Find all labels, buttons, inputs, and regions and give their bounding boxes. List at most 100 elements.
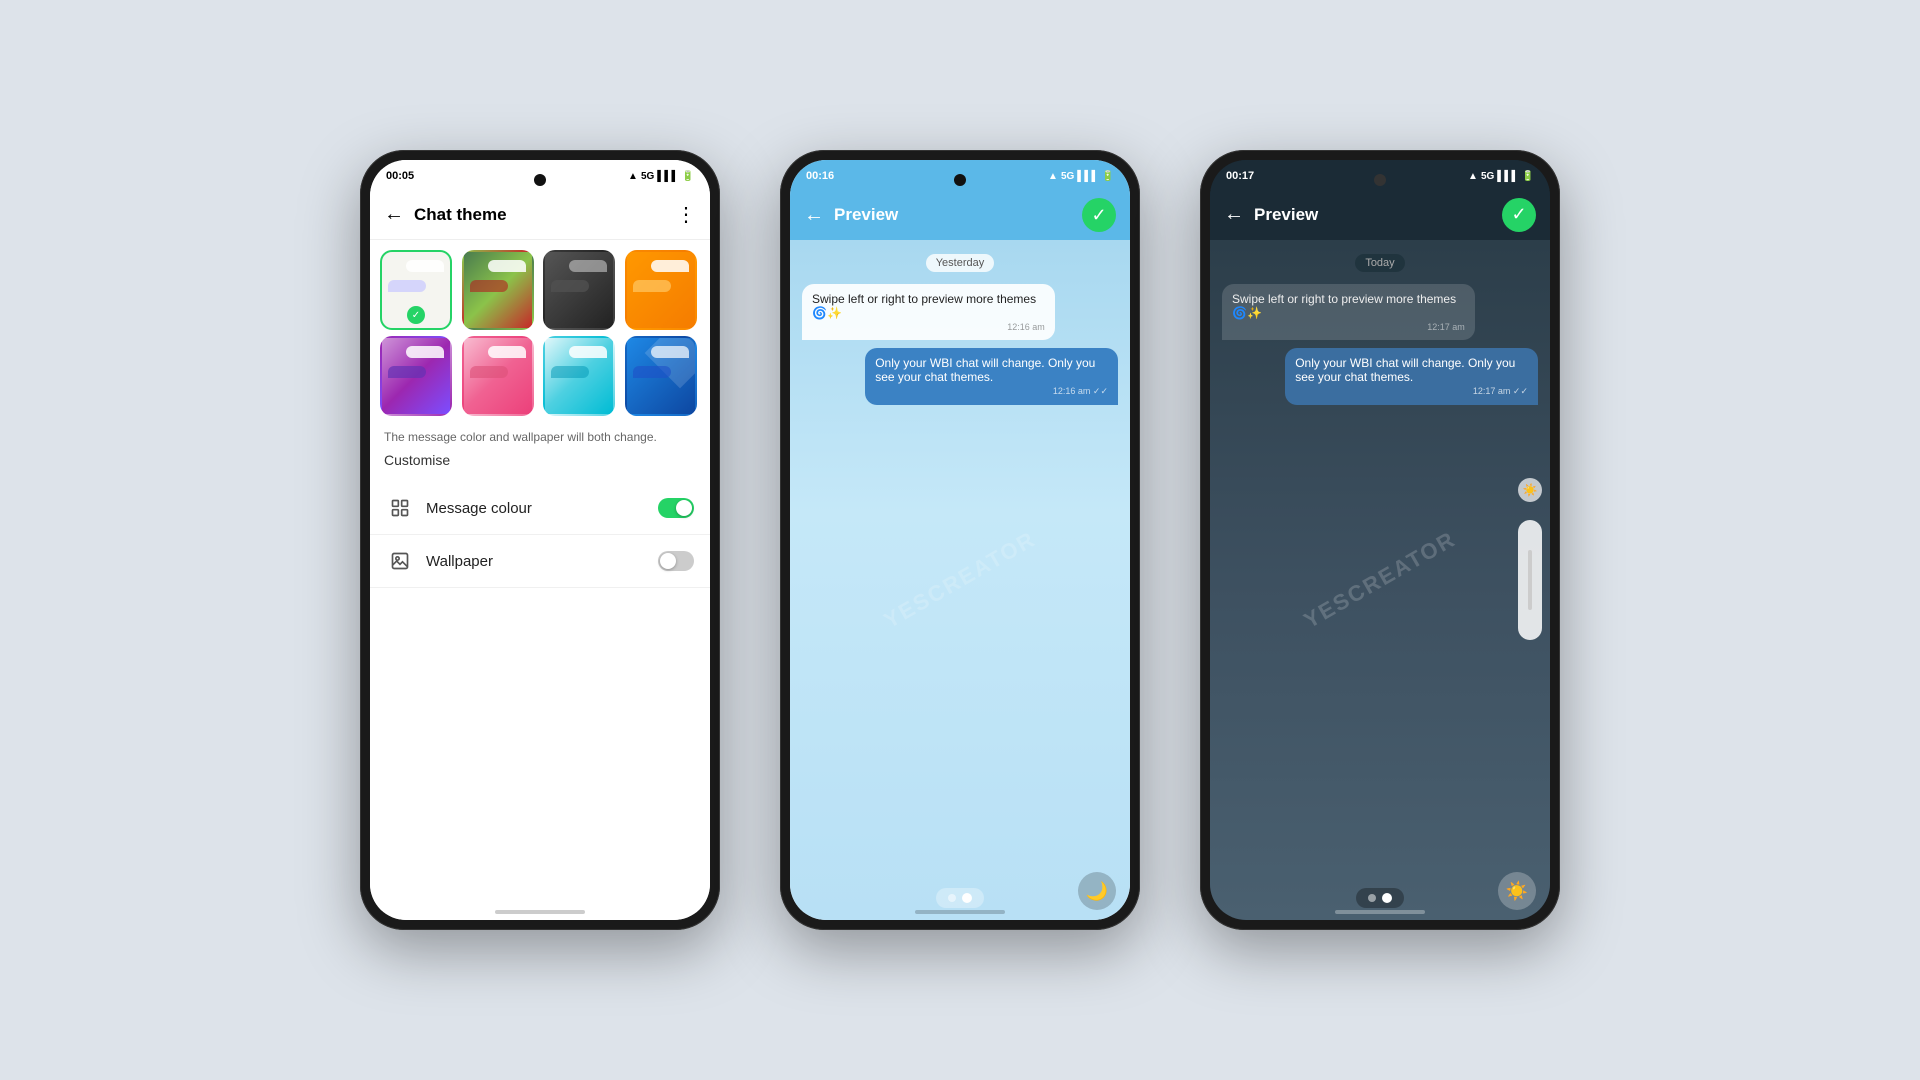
phone3-scroll-grip [1528,550,1532,610]
phones-container: 00:05 ▲ 5G ▌▌▌ 🔋 ← Chat theme ⋮ [0,0,1920,1080]
phone2-battery-icon: 🔋 [1102,171,1114,182]
phone1-time: 00:05 [386,170,414,182]
phone1-app-header: ← Chat theme ⋮ [370,190,710,240]
phone2-watermark: YESCREATOR [880,526,1041,634]
phone1-home-indicator [495,910,585,914]
phone2-msg-sent-time: 12:16 am ✓✓ [875,386,1108,397]
phone3-msg-sent: Only your WBI chat will change. Only you… [1285,348,1538,405]
message-colour-icon [386,494,414,522]
message-colour-toggle[interactable] [658,498,694,518]
phone1-back-button[interactable]: ← [384,203,404,226]
phone3-dot-1 [1368,894,1376,902]
phone2-dots [936,888,984,908]
phone3-status-icons: ▲ 5G ▌▌▌ 🔋 [1468,171,1534,182]
phone3-msg-sent-text: Only your WBI chat will change. Only you… [1295,356,1515,384]
phone3-time: 00:17 [1226,170,1254,182]
phone1-status-icons: ▲ 5G ▌▌▌ 🔋 [628,171,694,182]
message-colour-row[interactable]: Message colour [370,482,710,535]
mini-bubble-12 [470,366,508,378]
theme-pink[interactable] [462,336,534,416]
description-area: The message color and wallpaper will bot… [370,426,710,482]
phone2-app-header: ← Preview ✓ [790,190,1130,240]
phone1-body: ✓ [370,240,710,920]
phone1-network: 5G [641,171,654,182]
phone2-signal-icon: ▌▌▌ [1077,171,1098,182]
phone1-battery-icon: 🔋 [682,171,694,182]
message-colour-label: Message colour [426,500,658,517]
mini-bubble-8 [633,280,671,292]
mini-bubble-7 [651,260,689,272]
phone3-date-badge: Today [1355,254,1404,272]
phone2-moon-button[interactable]: 🌙 [1078,872,1116,910]
phone-1: 00:05 ▲ 5G ▌▌▌ 🔋 ← Chat theme ⋮ [360,150,720,930]
phone3-watermark: YESCREATOR [1300,526,1461,634]
phone3-dot-2 [1382,893,1392,903]
theme-default[interactable]: ✓ [380,250,452,330]
phone3-msg-received-time: 12:17 am [1232,322,1465,332]
wallpaper-row[interactable]: Wallpaper [370,535,710,588]
phone2-msg-received-text: Swipe left or right to preview more them… [812,292,1036,320]
mini-bubble-13 [569,346,607,358]
phone2-dot-2 [962,893,972,903]
phone3-app-header: ← Preview ✓ [1210,190,1550,240]
theme-floral[interactable] [462,250,534,330]
theme-grid: ✓ [370,240,710,426]
phone2-camera [954,174,966,186]
phone2-status-icons: ▲ 5G ▌▌▌ 🔋 [1048,171,1114,182]
wallpaper-toggle[interactable] [658,551,694,571]
phone2-network: 5G [1061,171,1074,182]
phone2-chat-bg: YESCREATOR Yesterday Swipe left or right… [790,240,1130,920]
mini-bubble-14 [551,366,589,378]
phone3-title: Preview [1254,205,1502,225]
phone1-more-button[interactable]: ⋮ [676,202,696,227]
mini-bubble-11 [488,346,526,358]
theme-description: The message color and wallpaper will bot… [384,430,696,444]
phone3-scroll-handle[interactable] [1518,520,1542,640]
phone2-confirm-button[interactable]: ✓ [1082,198,1116,232]
phone2-msg-received-time: 12:16 am [812,322,1045,332]
phone2-chat-area: Yesterday Swipe left or right to preview… [790,240,1130,415]
theme-dark[interactable] [543,250,615,330]
phone-2: 00:16 ▲ 5G ▌▌▌ 🔋 ← Preview ✓ YESCREATOR … [780,150,1140,930]
mini-bubble-16 [633,366,671,378]
phone2-home-indicator [915,910,1005,914]
theme-beach[interactable] [543,336,615,416]
phone2-dot-1 [948,894,956,902]
phone3-chat-area: Today Swipe left or right to preview mor… [1210,240,1550,415]
phone1-title: Chat theme [414,205,676,225]
theme-purple[interactable] [380,336,452,416]
customise-label: Customise [384,452,696,468]
phone3-network: 5G [1481,171,1494,182]
phone1-signal-icon: ▌▌▌ [657,171,678,182]
phone3-back-button[interactable]: ← [1224,203,1244,226]
wallpaper-label: Wallpaper [426,553,658,570]
phone3-camera [1374,174,1386,186]
wallpaper-icon [386,547,414,575]
theme-orange[interactable] [625,250,697,330]
theme-selected-check: ✓ [407,306,425,324]
phone3-home-indicator [1335,910,1425,914]
mini-bubble-10 [388,366,426,378]
phone3-confirm-button[interactable]: ✓ [1502,198,1536,232]
phone2-msg-sent-text: Only your WBI chat will change. Only you… [875,356,1095,384]
mini-bubble-6 [551,280,589,292]
phone2-msg-received: Swipe left or right to preview more them… [802,284,1055,340]
phone3-battery-icon: 🔋 [1522,171,1534,182]
phone3-msg-received: Swipe left or right to preview more them… [1222,284,1475,340]
mini-bubble-15 [651,346,689,358]
phone1-camera [534,174,546,186]
phone3-alert-icon: ▲ [1468,171,1478,182]
phone2-title: Preview [834,205,1082,225]
phone2-date-badge: Yesterday [926,254,995,272]
theme-blue-geo[interactable] [625,336,697,416]
mini-bubble-9 [406,346,444,358]
phone3-brightness-icon[interactable]: ☀️ [1518,478,1542,502]
phone1-alert-icon: ▲ [628,171,638,182]
phone3-chat-bg: YESCREATOR Today Swipe left or right to … [1210,240,1550,920]
phone3-signal-icon: ▌▌▌ [1497,171,1518,182]
phone-3: 00:17 ▲ 5G ▌▌▌ 🔋 ← Preview ✓ YESCREATOR … [1200,150,1560,930]
phone3-sun-button[interactable]: ☀️ [1498,872,1536,910]
phone2-back-button[interactable]: ← [804,204,824,227]
phone2-time: 00:16 [806,170,834,182]
mini-bubble-1 [406,260,444,272]
